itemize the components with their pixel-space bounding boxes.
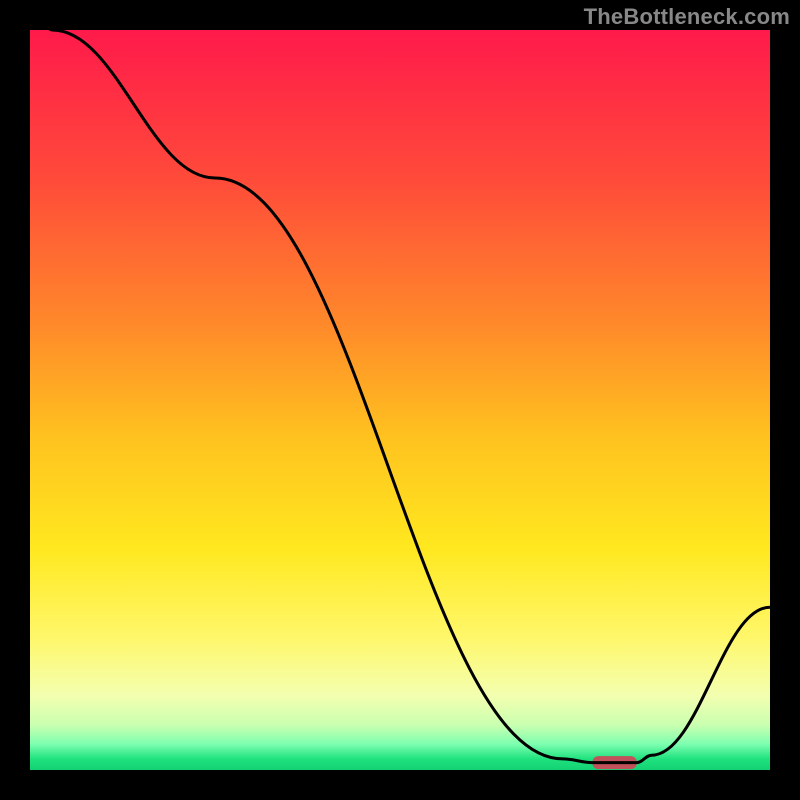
chart-frame: TheBottleneck.com <box>0 0 800 800</box>
chart-svg <box>30 30 770 770</box>
gradient-background <box>30 30 770 770</box>
watermark-text: TheBottleneck.com <box>584 4 790 30</box>
plot-area <box>30 30 770 770</box>
